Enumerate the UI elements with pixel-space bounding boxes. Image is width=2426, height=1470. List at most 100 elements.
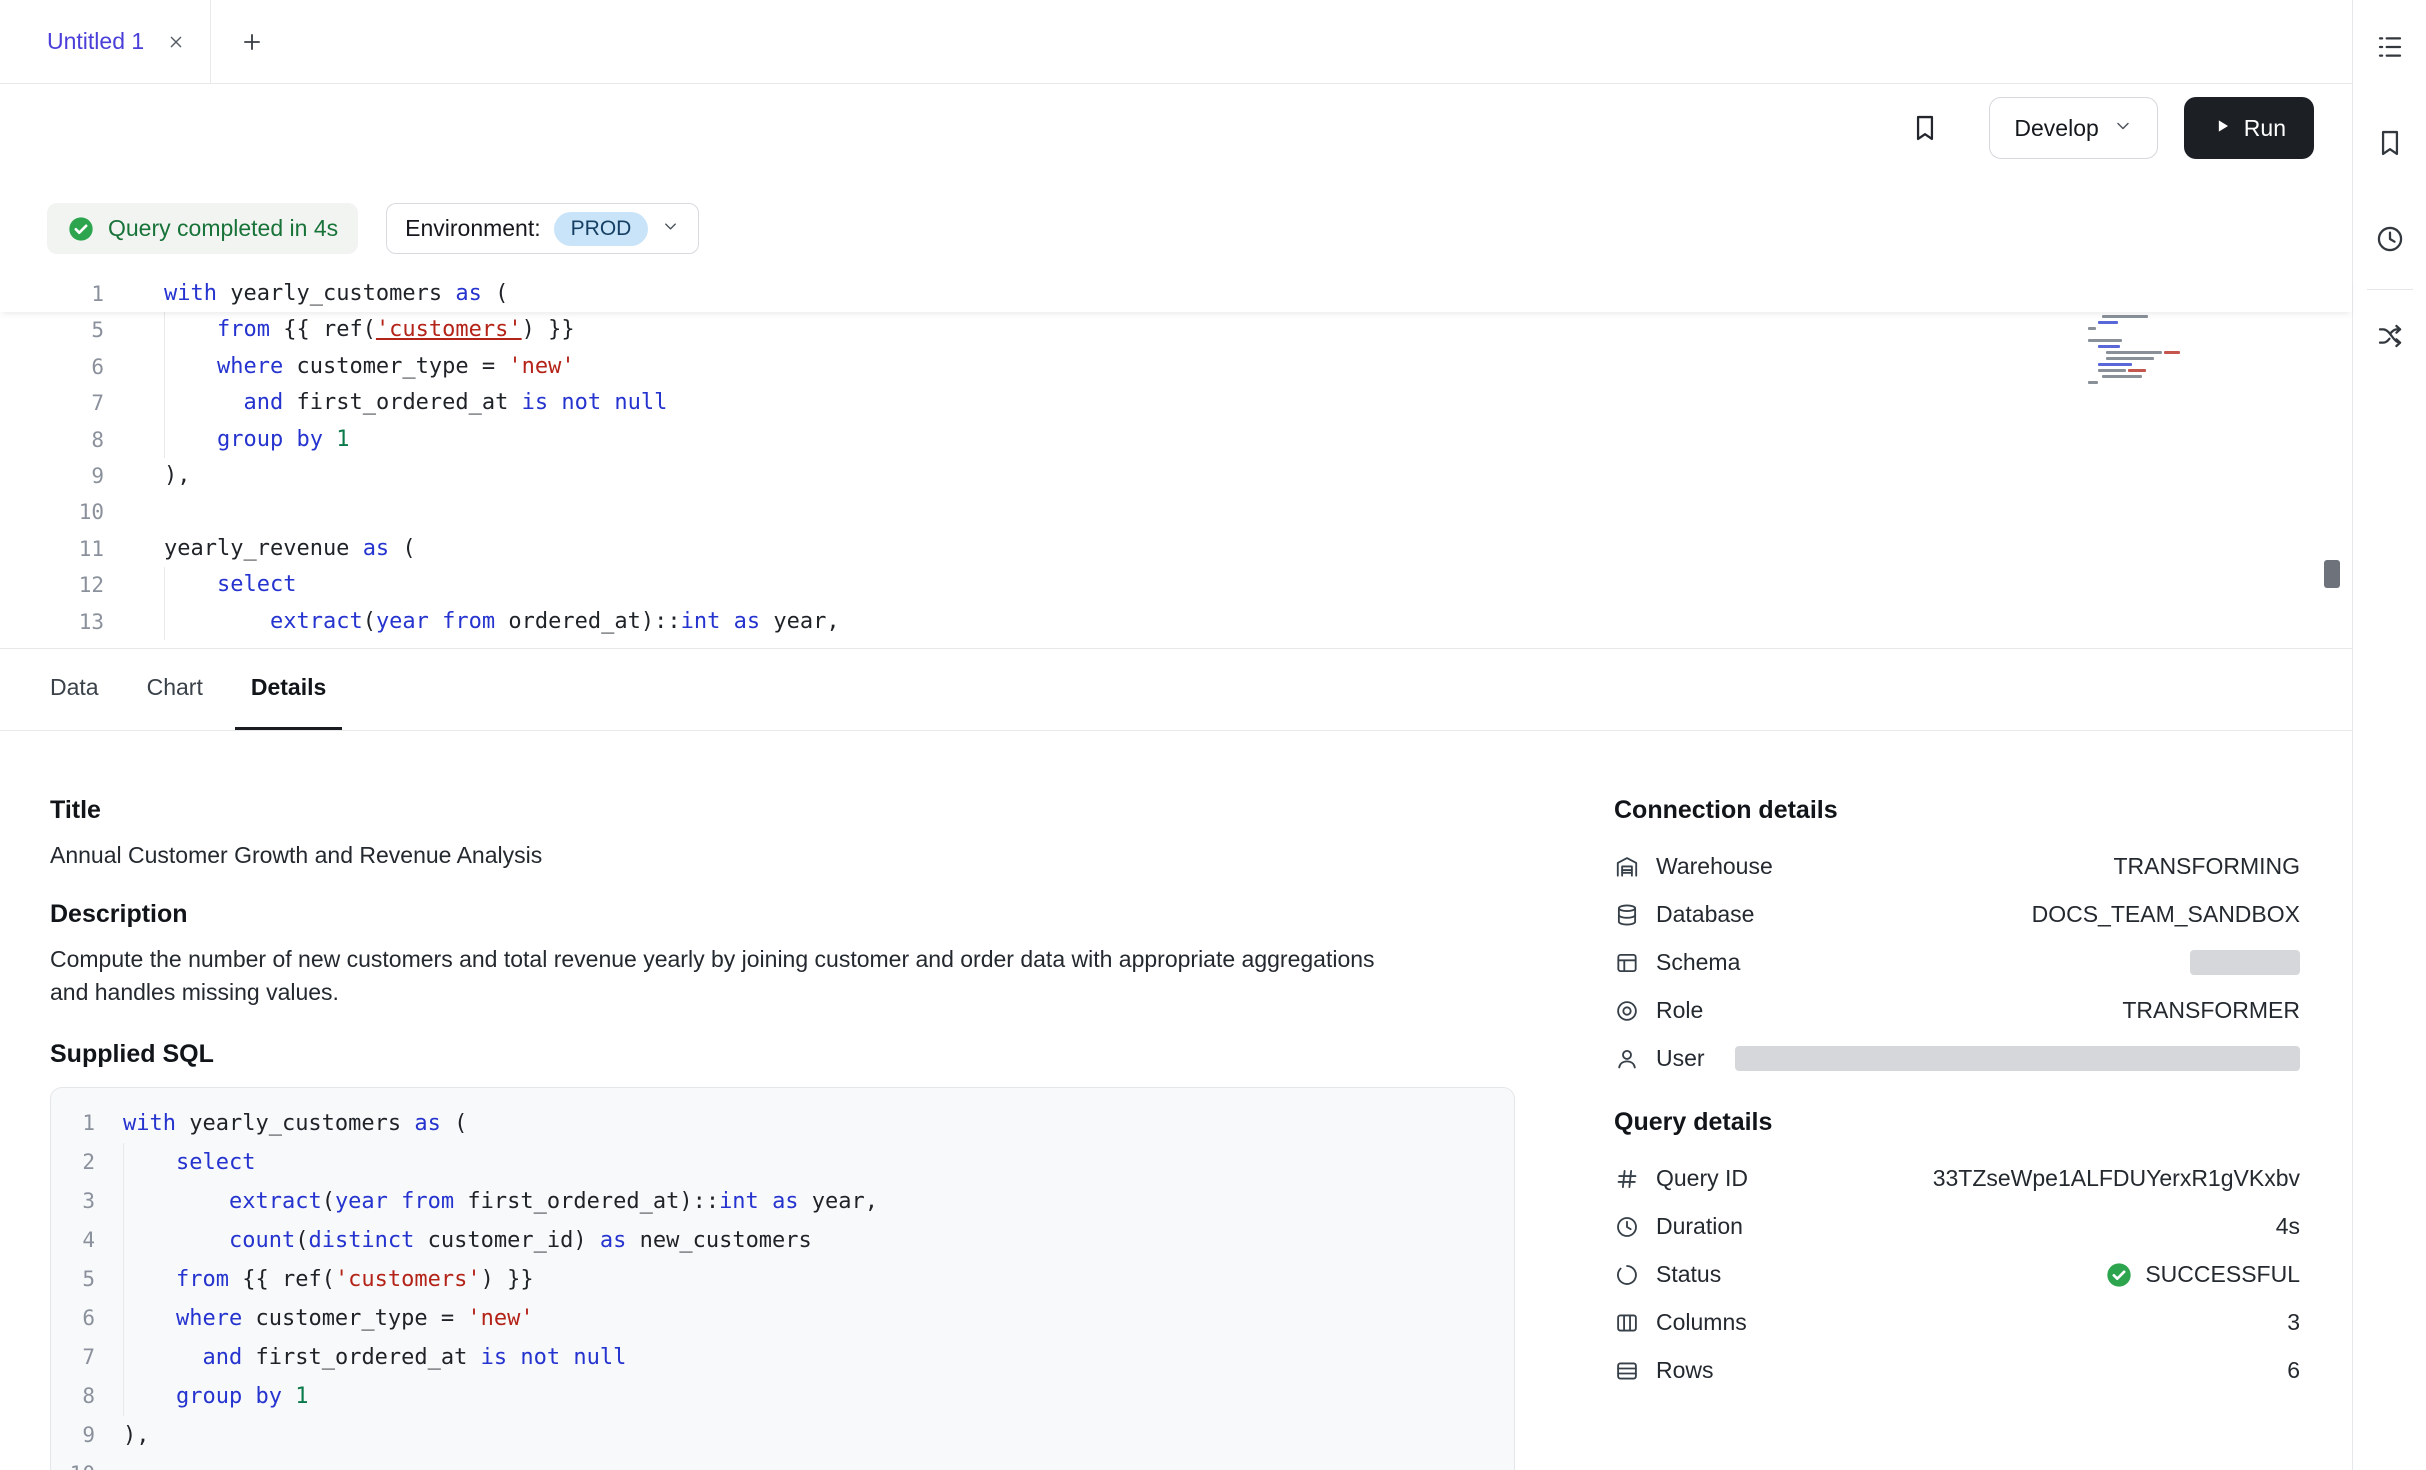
supplied-sql-heading: Supplied SQL [50,1039,1515,1069]
detail-label: Database [1656,901,1754,928]
play-icon [2212,115,2232,142]
code-text[interactable]: select [164,567,296,603]
columns-row: Columns3 [1614,1299,2300,1347]
code-line: 7 and first_ordered_at is not null [51,1338,1514,1377]
code-text: select [123,1143,255,1182]
bookmark-icon[interactable] [1909,112,1941,144]
code-line[interactable]: 1with yearly_customers as ( [0,276,2352,312]
detail-value: TRANSFORMING [2113,853,2300,880]
code-text: and first_ordered_at is not null [123,1338,626,1377]
app-root: Untitled 1 Develop Run Query completed i… [0,0,2426,1470]
line-number: 8 [0,422,104,458]
redacted-value [2190,950,2300,975]
code-text[interactable]: from {{ ref('customers') }} [164,312,575,348]
detail-label: Duration [1656,1213,1743,1240]
close-icon[interactable] [166,32,186,52]
supplied-sql-lines: 1with yearly_customers as (2 select3 ext… [51,1104,1514,1470]
detail-label: Status [1656,1261,1721,1288]
title-value: Annual Customer Growth and Revenue Analy… [50,841,1515,869]
code-text: from {{ ref('customers') }} [123,1260,534,1299]
redacted-value [1735,1046,2300,1071]
code-line[interactable]: 6 where customer_type = 'new' [0,349,2352,385]
details-panel: Title Annual Customer Growth and Revenue… [0,731,2352,1470]
code-line: 8 group by 1 [51,1377,1514,1416]
detail-value: 33TZseWpe1ALFDUYerxR1gVKxbv [1933,1165,2300,1192]
code-text[interactable]: with yearly_customers as ( [164,276,508,312]
schema-icon [1614,950,1640,976]
code-line: 3 extract(year from first_ordered_at)::i… [51,1182,1514,1221]
code-text[interactable]: group by 1 [164,422,349,458]
code-line[interactable]: 13 extract(year from ordered_at)::int as… [0,604,2352,640]
editor-scrollbar-thumb[interactable] [2324,560,2340,588]
database-icon [1614,902,1640,928]
code-text[interactable]: extract(year from ordered_at)::int as ye… [164,604,840,640]
detail-label: Role [1656,997,1703,1024]
indent-guide [123,1182,124,1221]
line-number: 7 [51,1338,95,1377]
code-line: 9), [51,1416,1514,1455]
line-number: 12 [0,567,104,603]
tab-data[interactable]: Data [34,649,115,730]
code-line[interactable]: 9), [0,458,2352,494]
environment-value-badge: PROD [554,212,649,246]
environment-selector[interactable]: Environment: PROD [386,203,699,254]
code-text: group by 1 [123,1377,308,1416]
list-icon[interactable] [2370,27,2410,67]
line-number: 10 [0,494,104,530]
editor-lines: 1with yearly_customers as (5 from {{ ref… [0,276,2352,640]
rows-icon [1614,1358,1640,1384]
code-line[interactable]: 5 from {{ ref('customers') }} [0,312,2352,348]
history-icon[interactable] [2370,219,2410,259]
line-number: 9 [0,458,104,494]
line-number: 7 [0,385,104,421]
status-bar: Query completed in 4s Environment: PROD [47,203,2352,254]
sql-editor[interactable]: 1with yearly_customers as (5 from {{ ref… [0,266,2352,649]
hash-icon [1614,1166,1640,1192]
tab-details[interactable]: Details [235,649,342,730]
details-right-column: Connection details WarehouseTRANSFORMING… [1614,795,2300,1470]
detail-value: DOCS_TEAM_SANDBOX [2032,901,2300,928]
query-id-row: Query ID 33TZseWpe1ALFDUYerxR1gVKxbv [1614,1155,2300,1203]
detail-label: Query ID [1656,1165,1748,1192]
right-sidebar [2352,0,2426,1470]
description-heading: Description [50,899,1515,929]
tab-bar: Untitled 1 [0,0,2352,84]
detail-label: Rows [1656,1357,1714,1384]
supplied-sql-block: 1with yearly_customers as (2 select3 ext… [50,1087,1515,1470]
connection-details-rows: WarehouseTRANSFORMINGDatabaseDOCS_TEAM_S… [1614,843,2300,1083]
code-text: ), [123,1416,150,1455]
success-check-icon [2105,1261,2133,1289]
code-text[interactable]: where customer_type = 'new' [164,349,575,385]
lineage-icon[interactable] [2370,316,2410,356]
code-text[interactable]: yearly_revenue as ( [164,531,416,567]
run-label: Run [2244,115,2286,142]
details-left-column: Title Annual Customer Growth and Revenue… [50,795,1515,1470]
run-button[interactable]: Run [2184,97,2314,159]
query-details-rows: Query ID 33TZseWpe1ALFDUYerxR1gVKxbv Durat… [1614,1155,2300,1395]
code-line[interactable]: 11yearly_revenue as ( [0,531,2352,567]
code-line: 10 [51,1455,1514,1470]
detail-value: 6 [2287,1357,2300,1384]
tab-untitled-1[interactable]: Untitled 1 [0,0,211,83]
status-row: StatusSUCCESSFUL [1614,1251,2300,1299]
code-line[interactable]: 10 [0,494,2352,530]
chevron-down-icon [661,215,680,242]
indent-guide [164,349,165,385]
indent-guide [123,1221,124,1260]
code-line[interactable]: 12 select [0,567,2352,603]
duration-row: Duration 4s [1614,1203,2300,1251]
new-tab-button[interactable] [239,29,265,55]
code-line[interactable]: 8 group by 1 [0,422,2352,458]
role-icon [1614,998,1640,1024]
code-text[interactable]: and first_ordered_at is not null [164,385,667,421]
rows-row: Rows 6 [1614,1347,2300,1395]
detail-value: 4s [2276,1213,2300,1240]
code-line: 2 select [51,1143,1514,1182]
database-row: Database DOCS_TEAM_SANDBOX [1614,891,2300,939]
query-status-text: Query completed in 4s [108,215,338,242]
code-text[interactable]: ), [164,458,191,494]
bookmark-icon[interactable] [2370,123,2410,163]
code-line[interactable]: 7 and first_ordered_at is not null [0,385,2352,421]
develop-button[interactable]: Develop [1989,97,2157,159]
tab-chart[interactable]: Chart [131,649,219,730]
